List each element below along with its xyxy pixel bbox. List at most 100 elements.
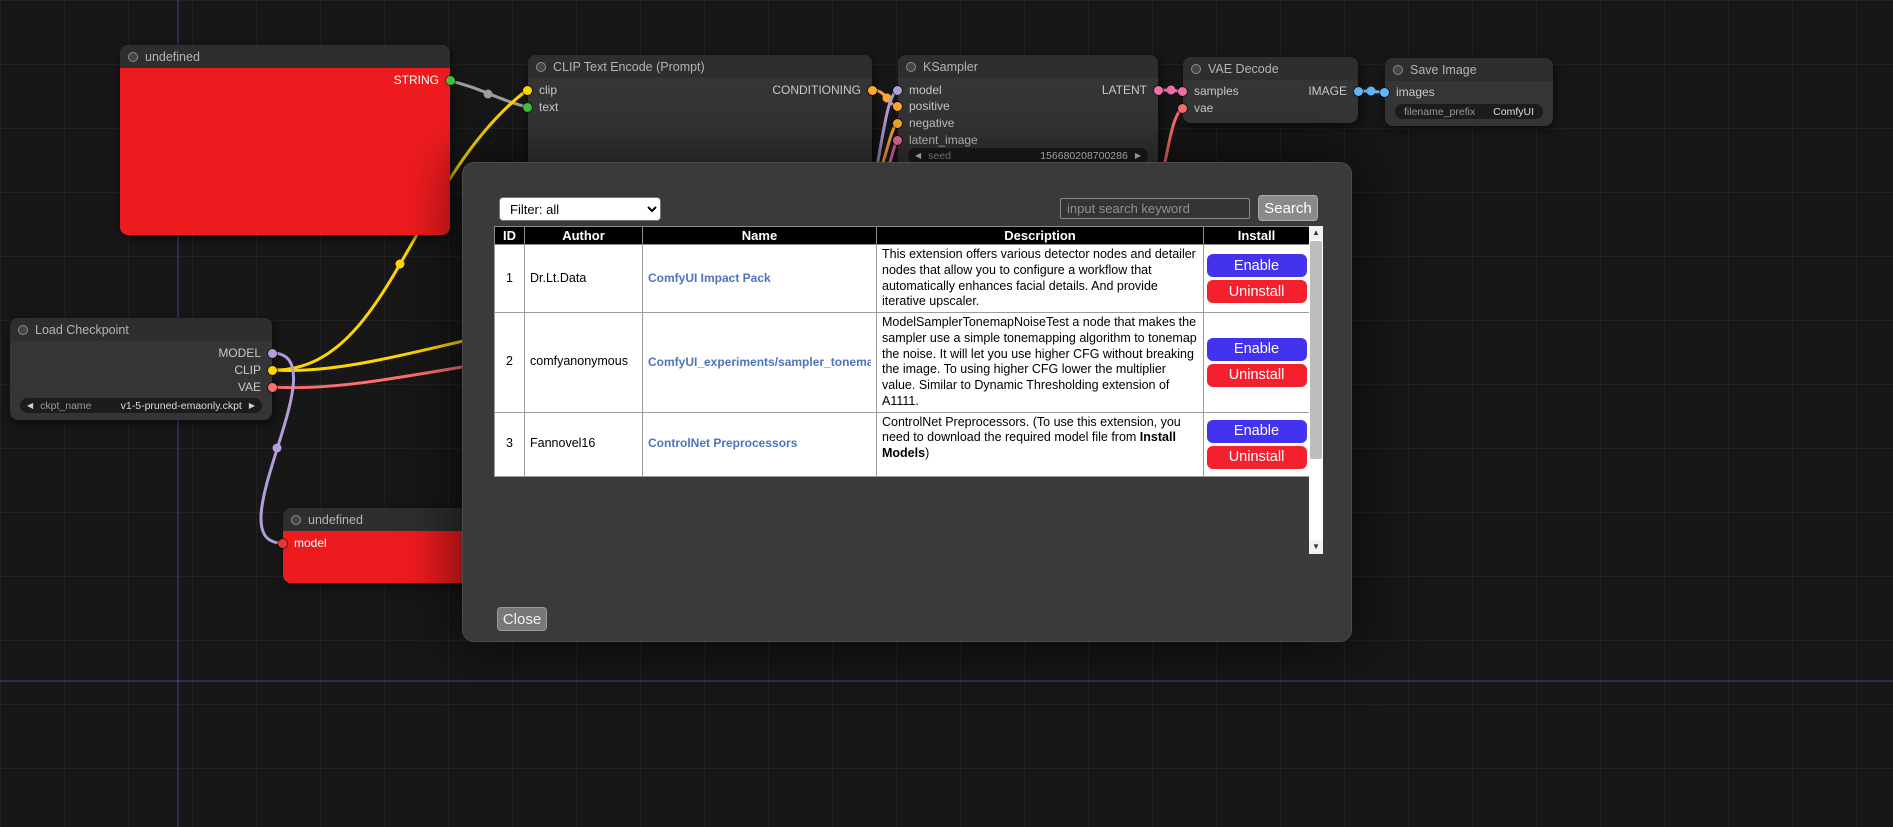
decrement-arrow-icon[interactable]: ◀ xyxy=(27,398,33,413)
slot-label: negative xyxy=(909,116,954,130)
output-dot-model[interactable] xyxy=(268,349,277,358)
input-dot-images[interactable] xyxy=(1380,88,1389,97)
collapse-dot[interactable] xyxy=(291,515,301,525)
node-titlebar[interactable]: Load Checkpoint xyxy=(10,318,272,341)
node-undefined-string[interactable]: undefined STRING xyxy=(120,45,450,235)
node-titlebar[interactable]: undefined xyxy=(120,45,450,68)
slot-label: MODEL xyxy=(218,346,261,360)
collapse-dot[interactable] xyxy=(128,52,138,62)
column-header-name: Name xyxy=(643,227,877,245)
search-button[interactable]: Search xyxy=(1258,195,1318,221)
cell-install: Enable Uninstall xyxy=(1204,313,1310,413)
scroll-up-button[interactable]: ▲ xyxy=(1309,226,1323,240)
uninstall-button[interactable]: Uninstall xyxy=(1207,446,1307,469)
collapse-dot[interactable] xyxy=(906,62,916,72)
ckpt-name-widget[interactable]: ◀ ckpt_name v1-5-pruned-emaonly.ckpt ▶ xyxy=(20,398,262,413)
collapse-dot[interactable] xyxy=(18,325,28,335)
output-dot-string[interactable] xyxy=(446,76,455,85)
widget-value: v1-5-pruned-emaonly.ckpt xyxy=(92,400,242,412)
widget-label: ckpt_name xyxy=(40,400,91,412)
link-midpoint-dot xyxy=(396,260,405,269)
slot-label: CLIP xyxy=(234,363,261,377)
scroll-down-button[interactable]: ▼ xyxy=(1309,540,1323,554)
cell-name: ComfyUI_experiments/sampler_tonemap xyxy=(643,313,877,413)
close-button[interactable]: Close xyxy=(497,607,547,631)
link-midpoint-dot xyxy=(484,90,493,99)
uninstall-button[interactable]: Uninstall xyxy=(1207,280,1307,303)
node-load-checkpoint[interactable]: Load Checkpoint MODEL CLIP VAE ◀ ckpt_na… xyxy=(10,318,272,420)
manager-dialog: Filter: all Search ID Author Name Descri… xyxy=(462,162,1352,642)
node-titlebar[interactable]: KSampler xyxy=(898,55,1158,78)
cell-id: 3 xyxy=(495,412,525,476)
output-dot-image[interactable] xyxy=(1354,87,1363,96)
column-header-author: Author xyxy=(525,227,643,245)
slot-label: text xyxy=(539,100,558,114)
output-slot-vae: VAE xyxy=(10,380,272,394)
column-header-description: Description xyxy=(877,227,1204,245)
node-title: KSampler xyxy=(923,60,978,74)
input-dot-latent-image[interactable] xyxy=(893,136,902,145)
input-slot-vae: vae xyxy=(1183,101,1358,115)
cell-author: Dr.Lt.Data xyxy=(525,245,643,313)
input-dot-text[interactable] xyxy=(523,103,532,112)
scrollbar-thumb[interactable] xyxy=(1310,241,1322,459)
slot-label: latent_image xyxy=(909,133,978,147)
cell-description: ControlNet Preprocessors. (To use this e… xyxy=(877,412,1204,476)
collapse-dot[interactable] xyxy=(536,62,546,72)
collapse-dot[interactable] xyxy=(1191,64,1201,74)
node-titlebar[interactable]: CLIP Text Encode (Prompt) xyxy=(528,55,872,78)
extension-link[interactable]: ComfyUI_experiments/sampler_tonemap xyxy=(648,355,871,370)
enable-button[interactable]: Enable xyxy=(1207,420,1307,443)
enable-button[interactable]: Enable xyxy=(1207,338,1307,361)
input-slot-images: images xyxy=(1385,85,1553,99)
increment-arrow-icon[interactable]: ▶ xyxy=(1135,148,1141,163)
slot-label: model xyxy=(294,536,327,550)
output-dot-latent[interactable] xyxy=(1154,86,1163,95)
slot-label: LATENT xyxy=(1102,83,1147,97)
cell-name: ComfyUI Impact Pack xyxy=(643,245,877,313)
input-slot-latent-image: latent_image xyxy=(898,133,1158,147)
slot-label: positive xyxy=(909,99,950,113)
search-input[interactable] xyxy=(1060,198,1250,219)
node-titlebar[interactable]: VAE Decode xyxy=(1183,57,1358,80)
link-midpoint-dot xyxy=(1167,86,1176,95)
table-scrollbar[interactable]: ▲ ▼ xyxy=(1309,226,1323,554)
cell-install: Enable Uninstall xyxy=(1204,412,1310,476)
uninstall-button[interactable]: Uninstall xyxy=(1207,364,1307,387)
input-dot-vae[interactable] xyxy=(1178,104,1187,113)
input-dot-positive[interactable] xyxy=(893,102,902,111)
decrement-arrow-icon[interactable]: ◀ xyxy=(915,148,921,163)
cell-description: ModelSamplerTonemapNoiseTest a node that… xyxy=(877,313,1204,413)
node-titlebar[interactable]: Save Image xyxy=(1385,58,1553,81)
slot-label: STRING xyxy=(394,73,439,87)
node-vae-decode[interactable]: VAE Decode samples vae IMAGE xyxy=(1183,57,1358,123)
output-slot-image: IMAGE xyxy=(1183,84,1358,98)
input-dot-model[interactable] xyxy=(278,539,287,548)
seed-widget[interactable]: ◀ seed 156680208700286 ▶ xyxy=(908,148,1148,163)
table-row: 2 comfyanonymous ComfyUI_experiments/sam… xyxy=(495,313,1310,413)
enable-button[interactable]: Enable xyxy=(1207,254,1307,277)
node-title: Save Image xyxy=(1410,63,1477,77)
cell-name: ControlNet Preprocessors xyxy=(643,412,877,476)
input-dot-negative[interactable] xyxy=(893,119,902,128)
slot-label: CONDITIONING xyxy=(772,83,861,97)
extension-link[interactable]: ComfyUI Impact Pack xyxy=(648,271,871,286)
increment-arrow-icon[interactable]: ▶ xyxy=(249,398,255,413)
output-slot-conditioning: CONDITIONING xyxy=(528,83,872,97)
input-slot-positive: positive xyxy=(898,99,1158,113)
filename-prefix-widget[interactable]: filename_prefix ComfyUI xyxy=(1395,104,1543,119)
input-slot-negative: negative xyxy=(898,116,1158,130)
extension-link[interactable]: ControlNet Preprocessors xyxy=(648,436,871,451)
output-slot-clip: CLIP xyxy=(10,363,272,377)
output-dot-conditioning[interactable] xyxy=(868,86,877,95)
output-slot-latent: LATENT xyxy=(898,83,1158,97)
slot-label: IMAGE xyxy=(1308,84,1347,98)
node-graph-canvas[interactable]: undefined STRING CLIP Text Encode (Promp… xyxy=(0,0,1893,827)
node-title: undefined xyxy=(308,513,363,527)
link-midpoint-dot xyxy=(1367,87,1376,96)
output-dot-vae[interactable] xyxy=(268,383,277,392)
node-save-image[interactable]: Save Image images filename_prefix ComfyU… xyxy=(1385,58,1553,126)
filter-select[interactable]: Filter: all xyxy=(499,197,661,221)
collapse-dot[interactable] xyxy=(1393,65,1403,75)
output-dot-clip[interactable] xyxy=(268,366,277,375)
